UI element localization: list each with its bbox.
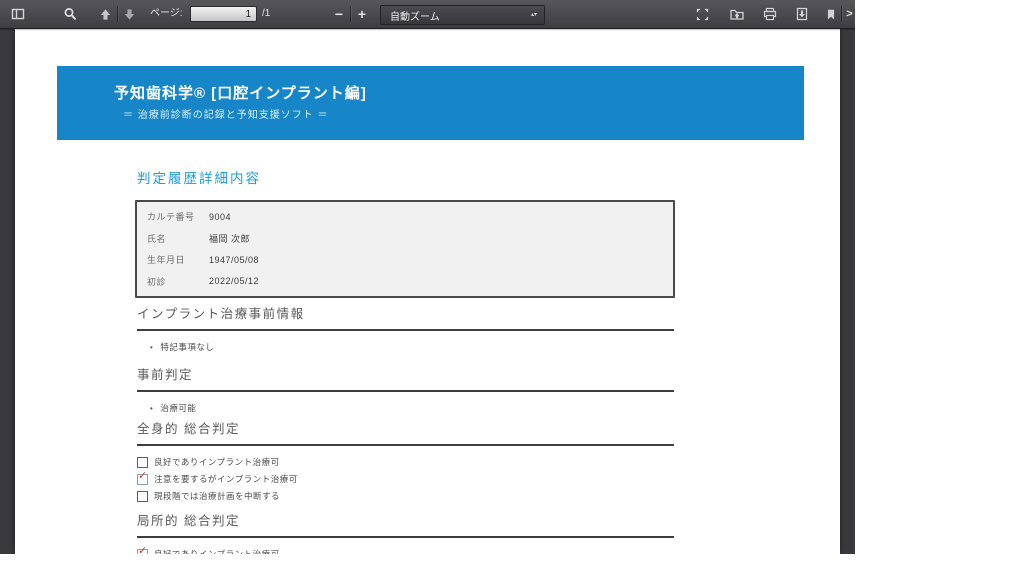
pdf-toolbar: ページ: /1 − + 自動ズーム ▴▾ — [0, 0, 855, 29]
more-tools-button[interactable]: > — [844, 4, 855, 24]
checkbox-checked-icon[interactable]: ✓ — [137, 549, 148, 555]
zoom-out-button[interactable]: − — [330, 4, 348, 24]
sidebar-toggle-icon — [10, 6, 26, 22]
patient-info-row: カルテ番号 9004 — [137, 206, 673, 228]
checkbox-row: ✓ 注意を要するがインプラント治療可 — [137, 473, 674, 485]
checkbox-row: 良好でありインプラント治療可 — [137, 456, 674, 468]
toolbar-divider — [841, 6, 842, 22]
document-banner: 予知歯科学® [口腔インプラント編] ＝ 治療前診断の記録と予知支援ソフト ＝ — [57, 66, 804, 140]
presentation-mode-button[interactable] — [692, 4, 712, 24]
info-label: 初診 — [147, 275, 209, 288]
bullet-icon: • — [150, 404, 153, 413]
check-mark: ✓ — [138, 546, 147, 555]
info-value: 福岡 次郎 — [209, 232, 250, 245]
checkbox-label: 注意を要するがインプラント治療可 — [154, 473, 298, 485]
checkbox-unchecked-icon[interactable] — [137, 491, 148, 502]
info-value: 9004 — [209, 212, 231, 222]
download-icon — [794, 6, 810, 22]
info-label: カルテ番号 — [147, 210, 209, 223]
bullet-text: 特記事項なし — [160, 341, 214, 353]
pdf-page: 予知歯科学® [口腔インプラント編] ＝ 治療前診断の記録と予知支援ソフト ＝ … — [15, 29, 840, 554]
checkbox-label: 良好でありインプラント治療可 — [154, 548, 280, 554]
section-title: 全身的 総合判定 — [137, 418, 674, 437]
checkbox-row: 現段階では治療計画を中断する — [137, 490, 674, 502]
section-rule — [137, 536, 674, 538]
next-page-button[interactable] — [119, 4, 139, 24]
document-title: 予知歯科学® [口腔インプラント編] — [114, 82, 367, 103]
pdf-viewer-window: ページ: /1 − + 自動ズーム ▴▾ — [0, 0, 855, 554]
bullet-text: 治療可能 — [160, 402, 196, 414]
section-systemic-overall-judgment: 全身的 総合判定 良好でありインプラント治療可 ✓ 注意を要するがインプラント治… — [137, 418, 674, 502]
download-button[interactable] — [792, 4, 812, 24]
section-title: 事前判定 — [137, 364, 674, 383]
zoom-in-button[interactable]: + — [353, 4, 371, 24]
document-subtitle: ＝ 治療前診断の記録と予知支援ソフト ＝ — [123, 106, 329, 121]
page-number-label: ページ: — [150, 0, 183, 28]
section-pre-treatment-info: インプラント治療事前情報 • 特記事項なし — [137, 303, 674, 353]
info-value: 1947/05/08 — [209, 255, 259, 265]
bullet-item: • 治療可能 — [150, 402, 674, 414]
page-total-label: /1 — [262, 0, 270, 28]
print-button[interactable] — [760, 4, 780, 24]
section-rule — [137, 329, 674, 331]
section-local-overall-judgment: 局所的 総合判定 ✓ 良好でありインプラント治療可 — [137, 510, 674, 554]
patient-info-box: カルテ番号 9004 氏名 福岡 次郎 生年月日 1947/05/08 初診 2… — [135, 200, 675, 298]
info-label: 生年月日 — [147, 253, 209, 266]
print-icon — [762, 6, 778, 22]
patient-info-row: 氏名 福岡 次郎 — [137, 228, 673, 250]
info-value: 2022/05/12 — [209, 276, 259, 286]
checkbox-row: ✓ 良好でありインプラント治療可 — [137, 548, 674, 554]
arrow-down-icon — [122, 7, 137, 22]
bookmark-button[interactable] — [822, 4, 840, 24]
page-heading: 判定履歴詳細内容 — [137, 167, 261, 187]
zoom-level-value: 自動ズーム — [381, 8, 531, 23]
toolbar-divider — [117, 6, 118, 22]
page-number-input[interactable] — [190, 6, 257, 22]
checkbox-unchecked-icon[interactable] — [137, 457, 148, 468]
select-arrows-icon: ▴▾ — [531, 13, 544, 17]
bullet-icon: • — [150, 343, 153, 352]
check-mark: ✓ — [138, 471, 147, 482]
patient-info-row: 初診 2022/05/12 — [137, 271, 673, 293]
zoom-level-select[interactable]: 自動ズーム ▴▾ — [380, 5, 545, 25]
search-icon — [62, 6, 78, 22]
search-button[interactable] — [60, 4, 80, 24]
checkbox-checked-icon[interactable]: ✓ — [137, 474, 148, 485]
open-file-button[interactable] — [727, 4, 747, 24]
toolbar-divider — [350, 6, 351, 22]
patient-info-row: 生年月日 1947/05/08 — [137, 249, 673, 271]
info-label: 氏名 — [147, 232, 209, 245]
fullscreen-icon — [695, 7, 710, 22]
section-rule — [137, 444, 674, 446]
open-file-icon — [729, 6, 745, 22]
sidebar-toggle-button[interactable] — [8, 4, 28, 24]
checkbox-label: 現段階では治療計画を中断する — [154, 490, 280, 502]
bookmark-icon — [824, 7, 838, 22]
section-title: 局所的 総合判定 — [137, 510, 674, 529]
section-rule — [137, 390, 674, 392]
previous-page-button[interactable] — [95, 4, 115, 24]
section-preliminary-judgment: 事前判定 • 治療可能 — [137, 364, 674, 414]
arrow-up-icon — [98, 7, 113, 22]
section-title: インプラント治療事前情報 — [137, 303, 674, 322]
checkbox-label: 良好でありインプラント治療可 — [154, 456, 280, 468]
bullet-item: • 特記事項なし — [150, 341, 674, 353]
